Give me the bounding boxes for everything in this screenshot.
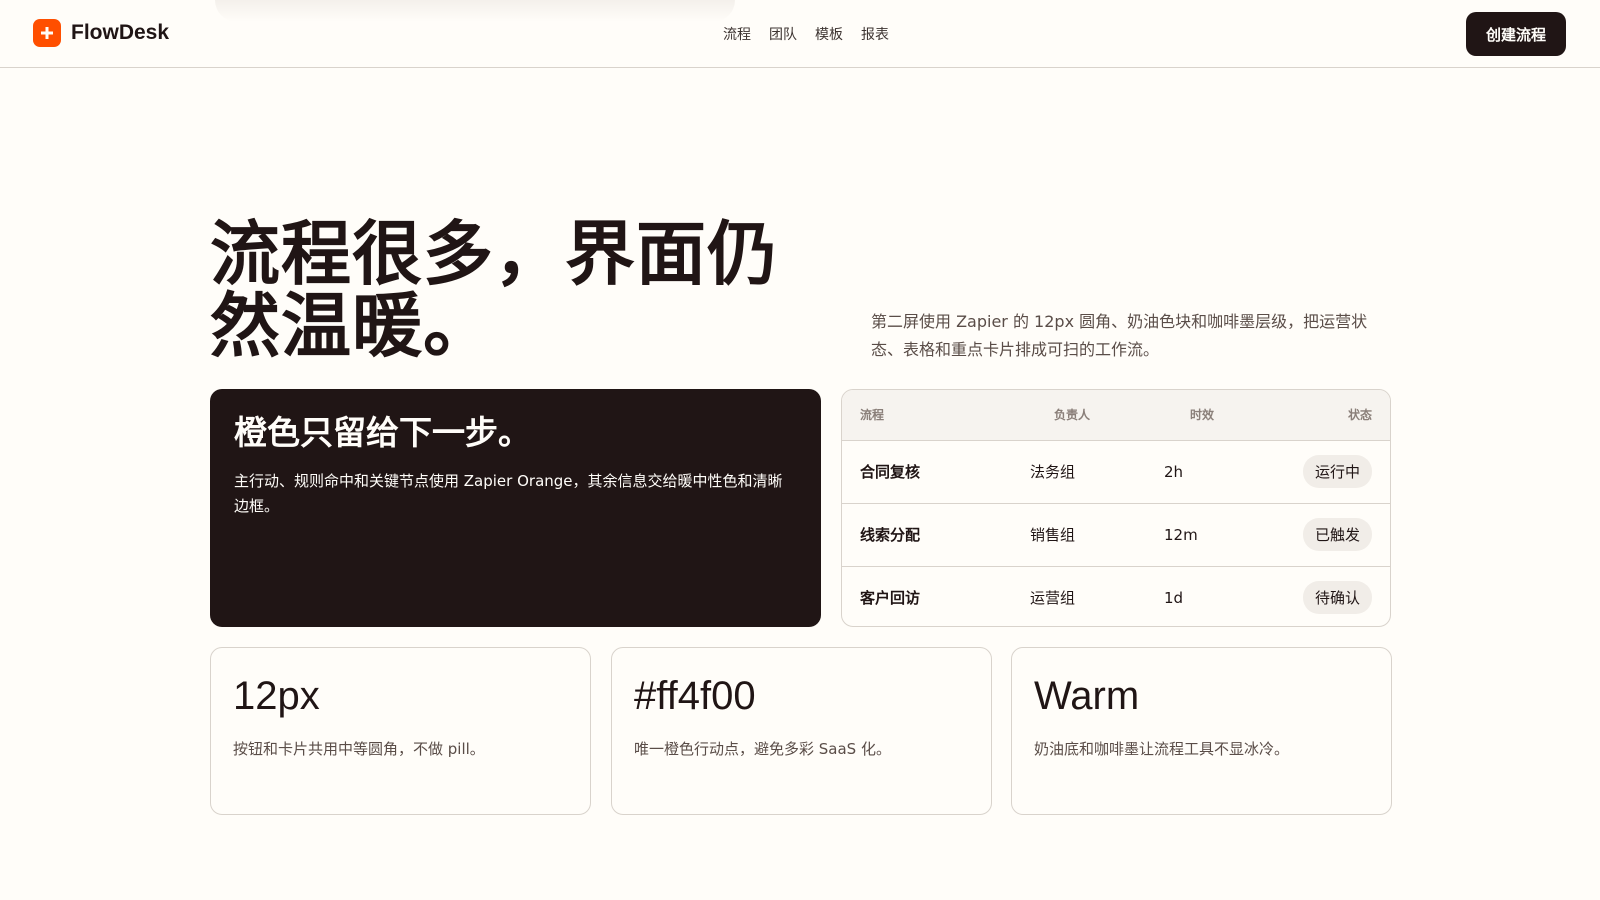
stat-value: 12px (233, 674, 320, 718)
status-badge: 运行中 (1302, 455, 1372, 488)
table-header-row: 流程 负责人 时效 状态 (842, 390, 1390, 440)
column-header-owner: 负责人 (1053, 408, 1090, 423)
stat-value: #ff4f00 (634, 674, 756, 718)
workflow-owner: 法务组 (1030, 463, 1076, 481)
feature-card-title: 橙色只留给下一步。 (234, 413, 531, 452)
status-badge: 已触发 (1302, 518, 1372, 551)
workflow-name: 客户回访 (860, 589, 921, 608)
nav-item-workflows[interactable]: 流程 (723, 24, 751, 44)
workflow-owner: 销售组 (1030, 526, 1076, 544)
stat-description: 唯一橙色行动点，避免多彩 SaaS 化。 (634, 740, 891, 758)
hero-title: 流程很多，界面仍 然温暖。 (210, 218, 810, 362)
stat-description: 奶油底和咖啡墨让流程工具不显冰冷。 (1034, 740, 1290, 758)
stat-description: 按钮和卡片共用中等圆角，不做 pill。 (233, 740, 485, 758)
workflow-time: 1d (1164, 588, 1184, 607)
brand-name: FlowDesk (71, 21, 170, 44)
workflow-name: 合同复核 (860, 463, 921, 481)
feature-card: 橙色只留给下一步。 主行动、规则命中和关键节点使用 Zapier Orange，… (210, 389, 821, 627)
workflow-name: 线索分配 (860, 526, 921, 544)
hero-title-line-1: 流程很多，界面仍 (210, 213, 778, 295)
column-header-status: 状态 (1347, 408, 1372, 423)
stat-card-radius: 12px 按钮和卡片共用中等圆角，不做 pill。 (210, 647, 591, 815)
stat-card-color: #ff4f00 唯一橙色行动点，避免多彩 SaaS 化。 (611, 647, 992, 815)
column-header-time: 时效 (1189, 408, 1214, 423)
column-header-workflow: 流程 (860, 408, 885, 423)
feature-card-body: 主行动、规则命中和关键节点使用 Zapier Orange，其余信息交给暖中性色… (234, 472, 783, 515)
create-workflow-button[interactable]: 创建流程 (1466, 12, 1566, 56)
table-row[interactable]: 客户回访 运营组 1d 待确认 (842, 566, 1390, 626)
workflow-time: 2h (1164, 462, 1184, 481)
table-row[interactable]: 合同复核 法务组 2h 运行中 (842, 440, 1390, 503)
hero-title-line-2: 然温暖。 (210, 285, 494, 367)
stat-card-warm: Warm 奶油底和咖啡墨让流程工具不显冰冷。 (1011, 647, 1392, 815)
brand-logo[interactable]: FlowDesk (33, 19, 169, 47)
table-row[interactable]: 线索分配 销售组 12m 已触发 (842, 503, 1390, 566)
main-nav: 流程 团队 模板 报表 (723, 24, 889, 44)
plus-icon (33, 19, 61, 47)
header-decoration (215, 0, 735, 22)
hero-description: 第二屏使用 Zapier 的 12px 圆角、奶油色块和咖啡墨层级，把运营状态、… (871, 312, 1368, 359)
workflow-time: 12m (1164, 525, 1198, 544)
nav-item-team[interactable]: 团队 (769, 24, 797, 44)
nav-item-reports[interactable]: 报表 (861, 24, 889, 44)
status-badge: 待确认 (1302, 581, 1372, 615)
nav-item-templates[interactable]: 模板 (815, 24, 843, 44)
workflow-owner: 运营组 (1030, 589, 1076, 608)
top-navigation-bar: FlowDesk 流程 团队 模板 报表 创建流程 (0, 0, 1600, 68)
stat-value: Warm (1034, 674, 1140, 718)
workflow-table: 流程 负责人 时效 状态 合同复核 法务组 2h 运行中 线索分配 销售组 12… (841, 389, 1391, 627)
